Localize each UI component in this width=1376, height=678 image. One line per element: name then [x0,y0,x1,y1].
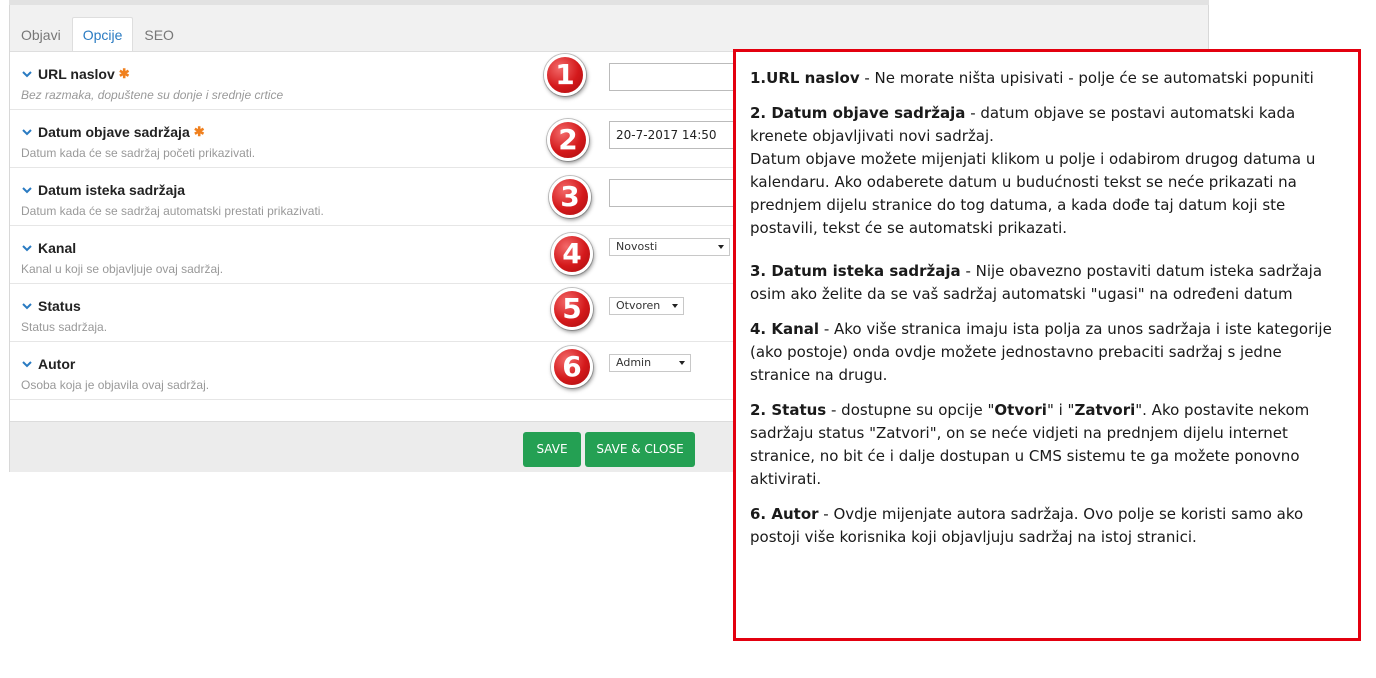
field-description: Osoba koja je objavila ovaj sadržaj. [21,378,210,392]
datum-isteka-input[interactable] [609,179,739,207]
help-heading: 1.URL naslov [750,69,860,87]
chevron-down-icon[interactable] [20,125,34,139]
autor-select[interactable]: Admin [609,354,691,372]
tab-objavi[interactable]: Objavi [10,17,72,51]
step-badge-2: 2 [547,119,589,161]
save-close-button[interactable]: SAVE & CLOSE [585,432,695,467]
kanal-select-value: Novosti [616,240,658,253]
help-paragraph-autor: 6. Autor - Ovdje mijenjate autora sadrža… [750,503,1344,549]
dropdown-arrow-icon [718,245,724,249]
tab-bar: Objavi Opcije SEO [10,17,185,51]
kanal-select[interactable]: Novosti [609,238,730,256]
help-paragraph-datum-objave: 2. Datum objave sadržaja - datum objave … [750,102,1344,240]
step-badge-4: 4 [551,233,593,275]
help-paragraph-url: 1.URL naslov - Ne morate ništa upisivati… [750,67,1344,90]
help-heading: 4. Kanal [750,320,820,338]
help-text: - dostupne su opcije " [826,401,995,419]
field-description: Bez razmaka, dopuštene su donje i srednj… [21,88,284,102]
status-select-value: Otvoren [616,299,661,312]
help-paragraph-datum-isteka: 3. Datum isteka sadržaja - Nije obavezno… [750,260,1344,306]
url-naslov-input[interactable] [609,63,739,91]
field-label: Kanal [38,240,77,256]
top-strip [9,0,1209,5]
field-description: Datum kada će se sadržaj automatski pres… [21,204,324,218]
chevron-down-icon[interactable] [20,67,34,81]
tab-seo[interactable]: SEO [133,17,185,51]
field-label: Autor [38,356,76,372]
field-title: Datum objave sadržaja ✱ [20,124,205,140]
field-description: Status sadržaja. [21,320,108,334]
save-button[interactable]: SAVE [523,432,581,467]
step-badge-3: 3 [549,176,591,218]
datum-objave-input[interactable]: 20-7-2017 14:50 [609,121,739,149]
chevron-down-icon[interactable] [20,241,34,255]
field-label: Status [38,298,81,314]
required-icon: ✱ [193,124,205,139]
help-paragraph-status: 2. Status - dostupne su opcije "Otvori" … [750,399,1344,491]
field-title: Status [20,298,81,314]
field-label: URL naslov [38,66,115,82]
field-title: Datum isteka sadržaja [20,182,185,198]
step-badge-6: 6 [551,346,593,388]
dropdown-arrow-icon [679,361,685,365]
help-heading: 3. Datum isteka sadržaja [750,262,961,280]
step-badge-1: 1 [544,54,586,96]
field-label: Datum isteka sadržaja [38,182,186,198]
help-text: - Ovdje mijenjate autora sadržaja. Ovo p… [750,505,1304,546]
help-heading: 2. Status [750,401,827,419]
field-title: URL naslov ✱ [20,66,130,82]
chevron-down-icon[interactable] [20,299,34,313]
dropdown-arrow-icon [672,304,678,308]
step-badge-5: 5 [551,288,593,330]
field-title: Autor [20,356,75,372]
help-text: - Ako više stranica imaju ista polja za … [750,320,1332,384]
autor-select-value: Admin [616,356,652,369]
field-title: Kanal [20,240,76,256]
help-text: " i " [1046,401,1075,419]
tab-opcije[interactable]: Opcije [71,17,134,51]
field-label: Datum objave sadržaja [38,124,190,140]
help-paragraph-kanal: 4. Kanal - Ako više stranica imaju ista … [750,318,1344,387]
chevron-down-icon[interactable] [20,357,34,371]
required-icon: ✱ [118,66,130,81]
help-option-zatvori: Zatvori [1074,401,1136,419]
help-callout: 1.URL naslov - Ne morate ništa upisivati… [733,49,1361,641]
help-text: Datum objave možete mijenjati klikom u p… [750,150,1316,237]
field-description: Kanal u koji se objavljuje ovaj sadržaj. [21,262,224,276]
chevron-down-icon[interactable] [20,183,34,197]
field-description: Datum kada će se sadržaj početi prikaziv… [21,146,256,160]
help-text: - Ne morate ništa upisivati - polje će s… [859,69,1314,87]
help-heading: 6. Autor [750,505,819,523]
help-heading: 2. Datum objave sadržaja [750,104,966,122]
status-select[interactable]: Otvoren [609,297,684,315]
help-option-otvori: Otvori [994,401,1047,419]
